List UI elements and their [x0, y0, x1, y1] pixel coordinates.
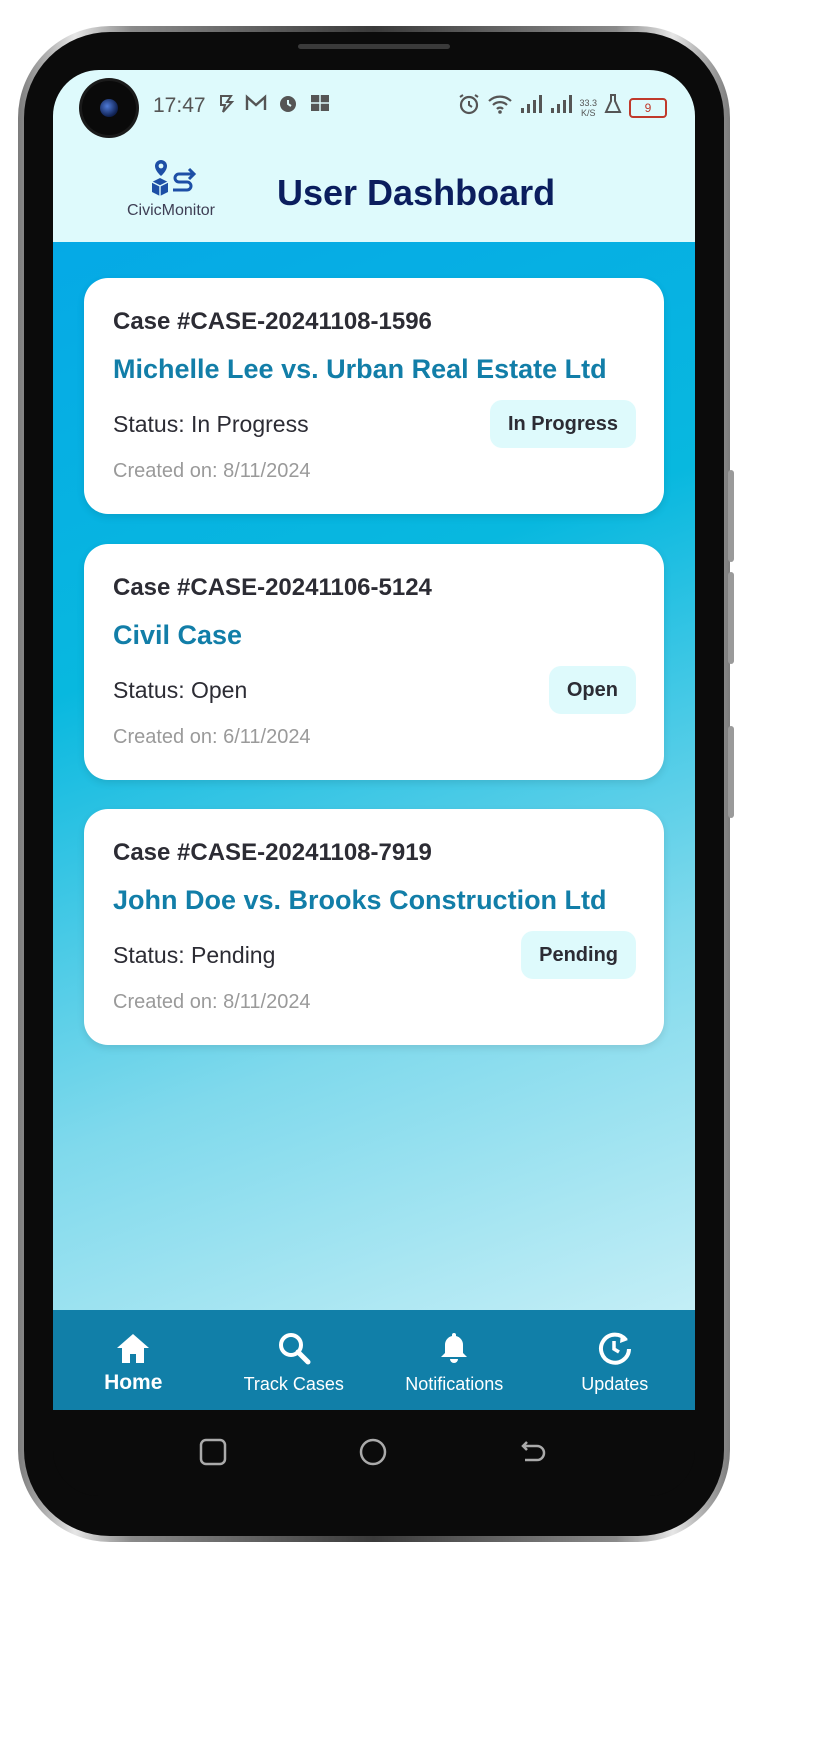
- status-time: 17:47: [153, 94, 206, 117]
- nav-label: Track Cases: [243, 1374, 344, 1394]
- battery-indicator: 9: [629, 97, 667, 118]
- home-system-icon[interactable]: [359, 1438, 387, 1466]
- network-speed-unit: K/S: [580, 107, 596, 118]
- case-created-date: Created on: 6/11/2024: [113, 726, 311, 748]
- app-header: CivicMonitor User Dashboard: [53, 144, 695, 242]
- status-notification-icons: [217, 92, 331, 121]
- phone-screen: 17:47 33.3 K/S 9 CivicMonitor User Dashb…: [53, 70, 695, 1496]
- network-speed: 33.3 K/S: [579, 98, 597, 118]
- nav-home[interactable]: Home: [53, 1310, 214, 1410]
- app-logo: CivicMonitor: [113, 152, 229, 224]
- gallery-icon: [309, 92, 331, 121]
- earpiece-speaker: [298, 44, 450, 49]
- case-title[interactable]: Michelle Lee vs. Urban Real Estate Ltd: [113, 354, 607, 385]
- case-card[interactable]: Case #CASE-20241106-5124 Civil Case Stat…: [84, 544, 664, 780]
- status-badge: Open: [548, 666, 636, 714]
- flask-icon: [603, 93, 623, 122]
- wifi-icon: [487, 93, 513, 122]
- nav-notifications[interactable]: Notifications: [374, 1310, 535, 1410]
- case-number: Case #CASE-20241106-5124: [113, 574, 432, 601]
- power-button: [728, 470, 734, 562]
- alarm-icon: [277, 92, 299, 121]
- case-number: Case #CASE-20241108-1596: [113, 308, 432, 335]
- system-navigation-bar: [53, 1410, 695, 1496]
- case-created-date: Created on: 8/11/2024: [113, 991, 311, 1013]
- nav-updates[interactable]: Updates: [535, 1310, 696, 1410]
- sync-icon: [217, 92, 235, 121]
- page-title: User Dashboard: [277, 172, 556, 213]
- case-title[interactable]: Civil Case: [113, 620, 242, 651]
- back-icon[interactable]: [519, 1438, 547, 1466]
- case-card[interactable]: Case #CASE-20241108-1596 Michelle Lee vs…: [84, 278, 664, 514]
- refresh-clock-icon: [598, 1332, 631, 1365]
- nav-label: Updates: [581, 1374, 649, 1394]
- recents-icon[interactable]: [199, 1438, 227, 1466]
- bottom-navigation: Home Track Cases Notifications Updates: [53, 1310, 695, 1410]
- case-list: Case #CASE-20241108-1596 Michelle Lee vs…: [53, 242, 695, 1310]
- case-title[interactable]: John Doe vs. Brooks Construction Ltd: [113, 885, 607, 916]
- mail-icon: [245, 92, 267, 121]
- status-badge: Pending: [521, 931, 636, 979]
- bell-icon: [441, 1333, 468, 1363]
- case-status: Status: Pending: [113, 942, 276, 968]
- signal-icon: [519, 93, 543, 122]
- nav-track-cases[interactable]: Track Cases: [214, 1310, 375, 1410]
- signal-icon: [549, 93, 573, 122]
- logo-text: CivicMonitor: [126, 202, 215, 219]
- logo-icon: [151, 160, 197, 196]
- case-created-date: Created on: 8/11/2024: [113, 460, 311, 482]
- case-status: Status: In Progress: [113, 411, 309, 437]
- side-key: [728, 726, 734, 818]
- home-icon: [117, 1334, 150, 1363]
- status-system-icons: 33.3 K/S 9: [457, 92, 667, 123]
- search-icon: [278, 1333, 311, 1365]
- front-camera: [82, 81, 136, 135]
- nav-label: Notifications: [405, 1374, 504, 1394]
- nav-label: Home: [104, 1371, 163, 1394]
- status-bar: 17:47 33.3 K/S 9: [53, 70, 695, 144]
- network-speed-value: 33.3: [579, 97, 597, 108]
- volume-button: [728, 572, 734, 664]
- alarm-icon: [457, 92, 481, 123]
- case-status: Status: Open: [113, 677, 248, 703]
- status-badge: In Progress: [489, 400, 636, 448]
- case-card[interactable]: Case #CASE-20241108-7919 John Doe vs. Br…: [84, 809, 664, 1045]
- case-number: Case #CASE-20241108-7919: [113, 839, 432, 866]
